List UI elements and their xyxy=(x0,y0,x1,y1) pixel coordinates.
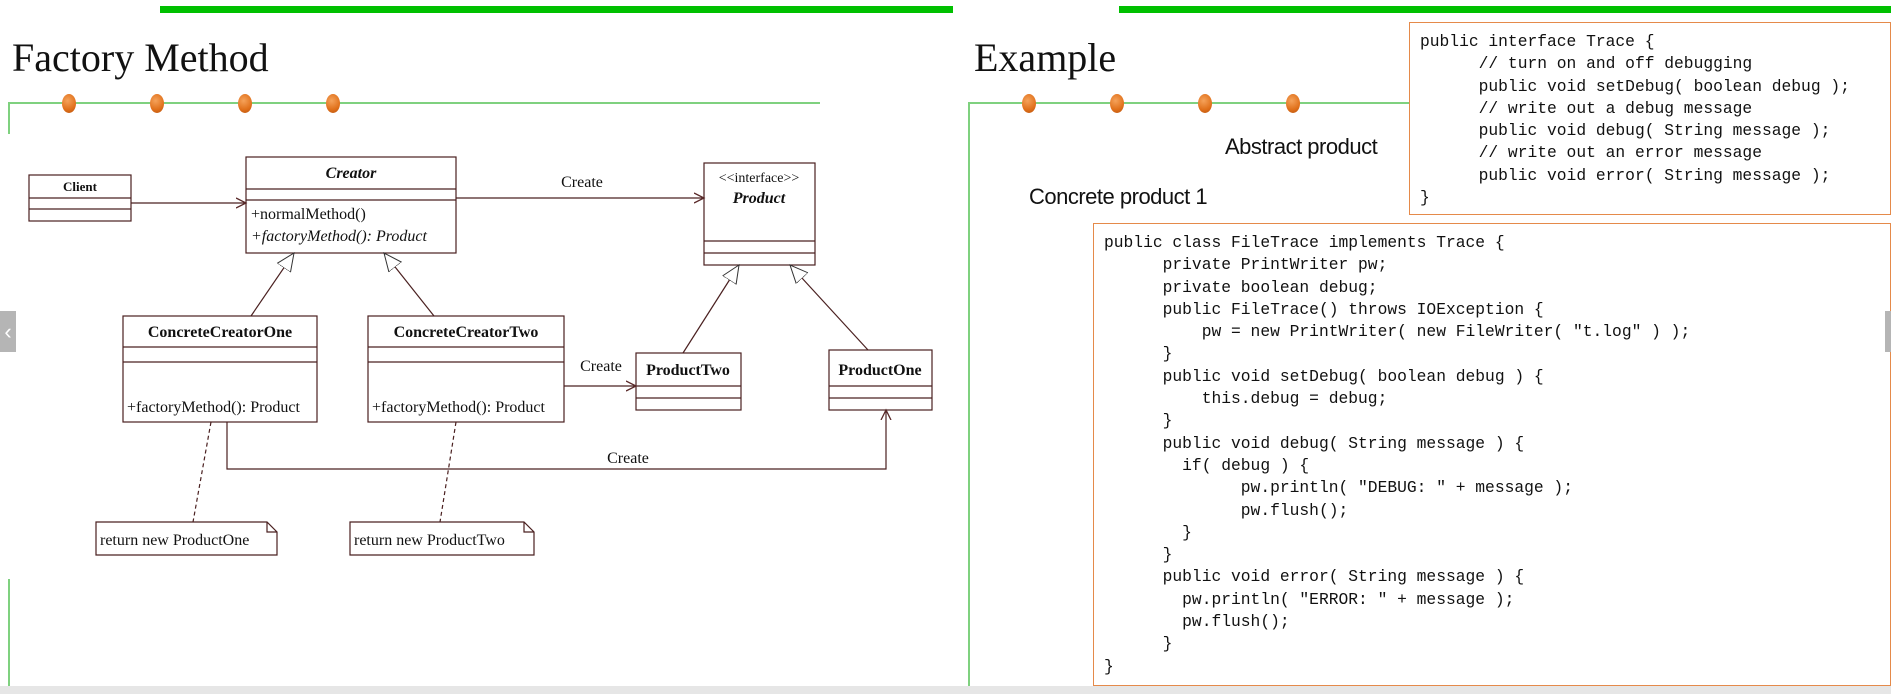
chevron-left-icon: ‹ xyxy=(4,319,12,344)
code-line: // write out a debug message xyxy=(1420,98,1753,118)
code-line: pw.flush(); xyxy=(1104,612,1290,632)
create-label: Create xyxy=(580,358,622,375)
code-line: pw.println( "ERROR: " + message ); xyxy=(1104,589,1515,609)
code-line: public void error( String message ); xyxy=(1420,165,1831,185)
concrete-product-label: Concrete product 1 xyxy=(1029,184,1208,209)
note-link xyxy=(439,421,457,523)
interface-code-box: public interface Trace { // turn on and … xyxy=(1409,22,1891,215)
code-line: public void debug( String message ); xyxy=(1420,121,1831,141)
code-line: public void error( String message ) { xyxy=(1104,567,1525,587)
product-stereotype: <<interface>> xyxy=(719,171,800,186)
inheritance-arrow xyxy=(384,253,435,317)
bullet-dot xyxy=(1198,94,1212,113)
code-line: private PrintWriter pw; xyxy=(1104,255,1388,275)
client-label: Client xyxy=(63,179,98,194)
code-line: if( debug ) { xyxy=(1104,455,1310,475)
creator-method: +factoryMethod(): Product xyxy=(251,228,427,245)
concrete-creator-two-method: +factoryMethod(): Product xyxy=(372,399,546,416)
class-code-box: public class FileTrace implements Trace … xyxy=(1093,223,1891,686)
code-line: public void setDebug( boolean debug ) { xyxy=(1104,366,1544,386)
divider-vertical xyxy=(968,102,970,686)
note-one-text: return new ProductOne xyxy=(100,532,249,549)
creator-method: +normalMethod() xyxy=(251,206,366,223)
inheritance-arrow xyxy=(250,253,294,317)
code-line: public void debug( String message ) { xyxy=(1104,433,1525,453)
code-line: } xyxy=(1104,656,1114,676)
uml-diagram: Client Creator +normalMethod() +factoryM… xyxy=(28,156,933,556)
create-label: Create xyxy=(561,174,603,191)
inheritance-arrow xyxy=(790,265,869,351)
right-header-bar xyxy=(1119,6,1891,13)
creator-label: Creator xyxy=(326,165,377,182)
code-line: private boolean debug; xyxy=(1104,277,1378,297)
product-label: Product xyxy=(732,190,786,207)
code-line: // turn on and off debugging xyxy=(1420,54,1753,74)
next-slide-button[interactable] xyxy=(1885,311,1891,352)
code-line: // write out an error message xyxy=(1420,143,1762,163)
code-line: pw = new PrintWriter( new FileWriter( "t… xyxy=(1104,322,1691,342)
concrete-creator-one-label: ConcreteCreatorOne xyxy=(148,324,292,341)
code-line: } xyxy=(1104,634,1173,654)
code-line: pw.println( "DEBUG: " + message ); xyxy=(1104,478,1573,498)
code-line: } xyxy=(1104,344,1173,364)
note-link xyxy=(192,421,212,523)
code-line: public class FileTrace implements Trace … xyxy=(1104,233,1505,252)
code-line: this.debug = debug; xyxy=(1104,389,1388,409)
slide-title-right: Example xyxy=(974,35,1117,80)
code-line: pw.flush(); xyxy=(1104,500,1349,520)
code-line: } xyxy=(1104,411,1173,431)
concrete-creator-one-method: +factoryMethod(): Product xyxy=(127,399,301,416)
bullet-dot xyxy=(1022,94,1036,113)
code-line: public interface Trace { xyxy=(1420,32,1655,51)
bullet-dot xyxy=(1110,94,1124,113)
horizontal-scrollbar[interactable] xyxy=(0,686,1891,694)
concrete-creator-two-label: ConcreteCreatorTwo xyxy=(394,324,539,341)
code-line: public FileTrace() throws IOException { xyxy=(1104,299,1544,319)
product-two-label: ProductTwo xyxy=(646,362,730,379)
bullet-dot xyxy=(1286,94,1300,113)
create-label: Create xyxy=(607,450,649,467)
note-two-text: return new ProductTwo xyxy=(354,532,505,549)
abstract-product-label: Abstract product xyxy=(1225,134,1378,159)
inheritance-arrow xyxy=(682,265,739,354)
prev-slide-button[interactable]: ‹ xyxy=(0,311,16,352)
product-one-box xyxy=(828,349,933,411)
code-line: } xyxy=(1104,545,1173,565)
code-line: public void setDebug( boolean debug ); xyxy=(1420,76,1850,96)
code-line: } xyxy=(1104,522,1192,542)
code-line: } xyxy=(1420,188,1430,208)
product-one-label: ProductOne xyxy=(838,362,921,379)
